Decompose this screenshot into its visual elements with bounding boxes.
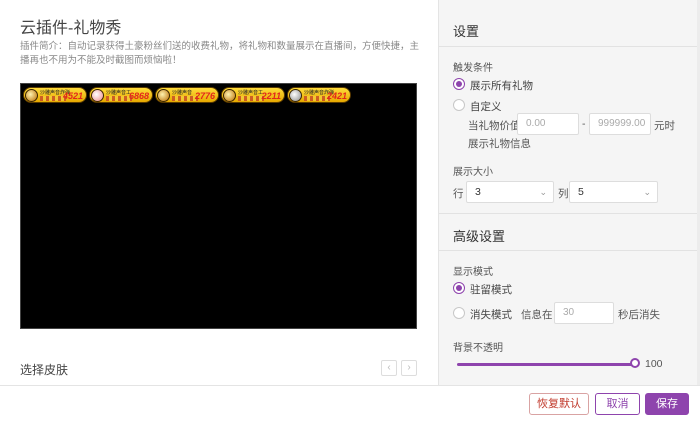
skin-section-label: 选择皮肤 <box>20 363 69 377</box>
plugin-description: 插件简介：自动记录获得土豪粉丝们送的收费礼物，将礼物和数量展示在直播间，方便快捷… <box>20 41 420 66</box>
gift-badge-list: 沙雕声音炸弹 4521 沙雕声音工 6868 沙雕声音 2776 沙雕声音工 2… <box>23 87 351 103</box>
chevron-left-icon: ‹ <box>387 362 391 373</box>
fade-seconds-input[interactable]: 30 <box>554 302 614 324</box>
opacity-slider-track[interactable] <box>457 363 635 366</box>
rows-select[interactable]: 3 ⌄ <box>466 181 554 203</box>
advanced-title: 高级设置 <box>453 229 506 244</box>
gift-icon <box>91 89 104 102</box>
preview-panel: 云插件-礼物秀 插件简介：自动记录获得土豪粉丝们送的收费礼物，将礼物和数量展示在… <box>0 0 438 385</box>
gift-badge: 沙雕声音炸弹 4521 <box>23 87 87 103</box>
gift-icon <box>25 89 38 102</box>
settings-title: 设置 <box>453 24 480 39</box>
gift-name: 沙雕声音 <box>172 90 193 96</box>
cols-select-value: 5 <box>578 186 584 198</box>
opacity-value: 100 <box>645 358 663 370</box>
gift-badge: 沙雕声音工 2211 <box>221 87 285 103</box>
cols-label: 列 <box>558 188 569 200</box>
gift-count: 4521 <box>62 91 83 101</box>
opacity-slider-handle[interactable] <box>630 358 640 368</box>
cancel-button[interactable]: 取消 <box>595 393 640 415</box>
opacity-label: 背景不透明 <box>453 343 503 354</box>
save-button[interactable]: 保存 <box>645 393 689 415</box>
trigger-label: 触发条件 <box>453 63 493 74</box>
radio-stay-mode-label[interactable]: 驻留模式 <box>470 282 512 297</box>
size-label: 展示大小 <box>453 167 493 178</box>
divider <box>439 46 700 47</box>
skin-next-button[interactable]: › <box>401 360 417 376</box>
chevron-down-icon: ⌄ <box>539 187 547 197</box>
divider <box>439 213 700 214</box>
dialog-footer: 恢复默认 取消 保存 <box>0 385 700 422</box>
fade-prefix: 信息在 <box>521 309 553 321</box>
radio-fade-mode[interactable] <box>453 307 465 319</box>
mode-label: 显示模式 <box>453 267 493 278</box>
rows-select-value: 3 <box>475 186 481 198</box>
radio-custom-label[interactable]: 自定义 <box>470 99 502 114</box>
gift-badge: 沙雕声音工 6868 <box>89 87 153 103</box>
min-value-input[interactable]: 0.00 <box>517 113 579 135</box>
radio-show-all-label[interactable]: 展示所有礼物 <box>470 78 533 93</box>
gift-preview-canvas: 沙雕声音炸弹 4521 沙雕声音工 6868 沙雕声音 2776 沙雕声音工 2… <box>20 83 417 329</box>
range-dash: - <box>582 118 586 130</box>
rows-label: 行 <box>453 188 464 200</box>
max-value-input[interactable]: 999999.00 <box>589 113 651 135</box>
gift-icon <box>157 89 170 102</box>
gift-count: 2776 <box>194 91 215 101</box>
gift-icon <box>223 89 236 102</box>
gift-icon <box>289 89 302 102</box>
fade-suffix: 秒后消失 <box>618 309 660 321</box>
gift-badge: 沙雕声音炸弹 2421 <box>287 87 351 103</box>
value-suffix: 元时 <box>654 120 675 132</box>
chevron-down-icon: ⌄ <box>643 187 651 197</box>
radio-stay-mode[interactable] <box>453 282 465 294</box>
divider <box>439 250 700 251</box>
reset-default-button[interactable]: 恢复默认 <box>529 393 589 415</box>
gift-stripe <box>238 96 264 101</box>
skin-prev-button[interactable]: ‹ <box>381 360 397 376</box>
show-gift-info: 展示礼物信息 <box>468 138 531 150</box>
chevron-right-icon: › <box>407 362 411 373</box>
gift-name: 沙雕声音工 <box>238 90 264 96</box>
gift-count: 6868 <box>128 91 149 101</box>
page-title: 云插件-礼物秀 <box>20 20 122 37</box>
value-prefix: 当礼物价值 <box>468 120 521 132</box>
radio-fade-mode-label[interactable]: 消失模式 <box>470 307 512 322</box>
radio-custom[interactable] <box>453 99 465 111</box>
settings-panel: 设置 触发条件 展示所有礼物 自定义 当礼物价值 0.00 - 999999.0… <box>438 0 700 385</box>
gift-count: 2211 <box>261 91 281 101</box>
radio-show-all[interactable] <box>453 78 465 90</box>
gift-badge: 沙雕声音 2776 <box>155 87 219 103</box>
gift-count: 2421 <box>326 91 347 101</box>
cols-select[interactable]: 5 ⌄ <box>569 181 658 203</box>
gift-name: 沙雕声音工 <box>106 90 132 96</box>
